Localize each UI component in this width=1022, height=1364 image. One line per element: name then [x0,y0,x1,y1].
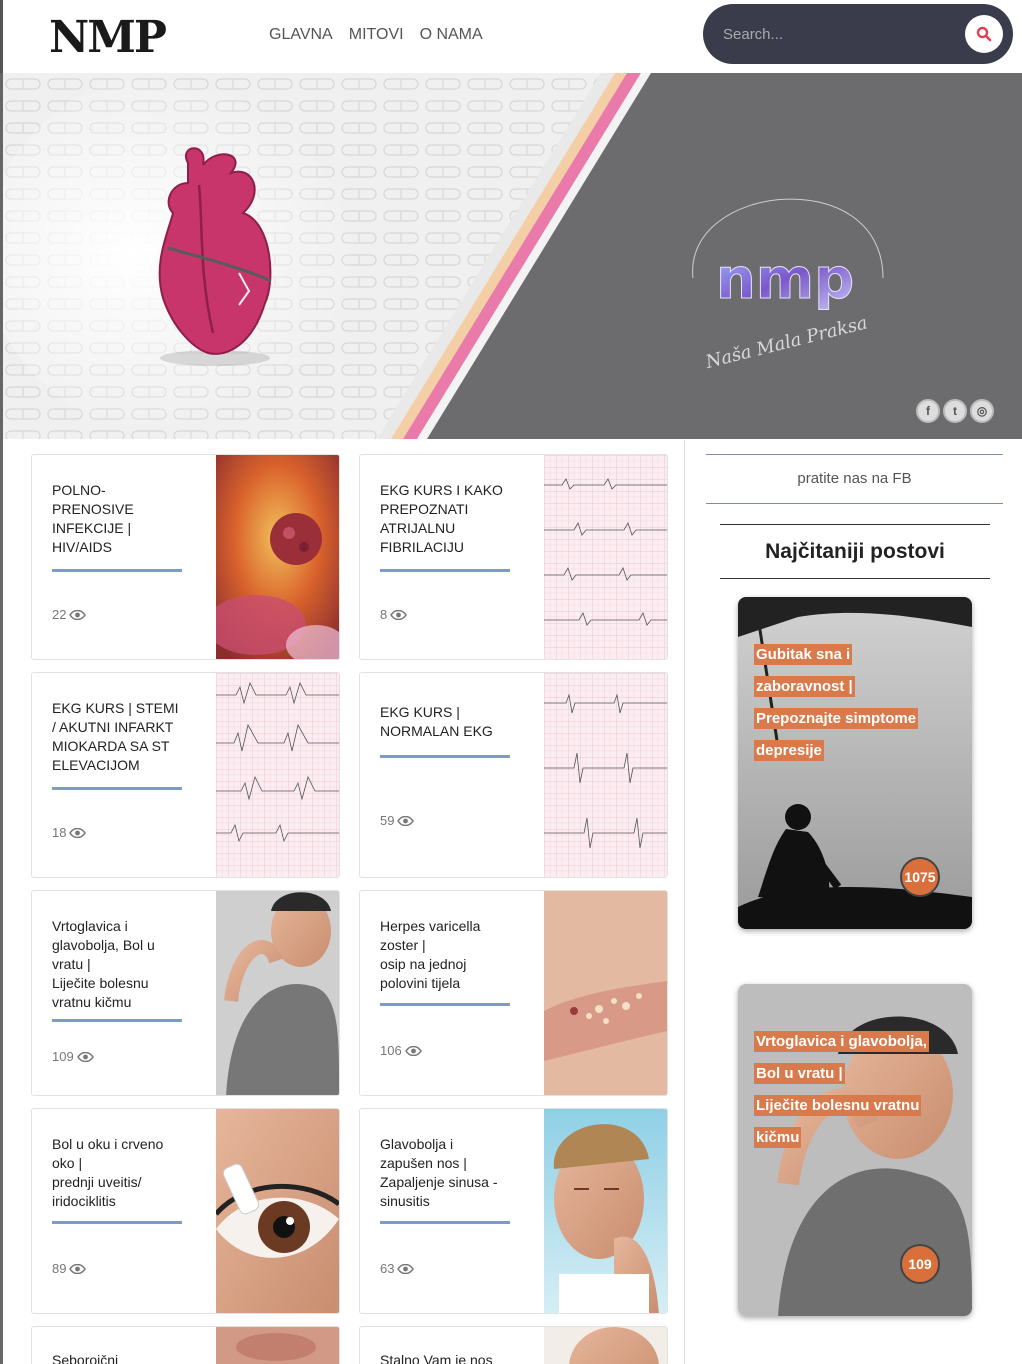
herpes-image [544,891,667,1095]
social-links: f t ◎ [916,399,994,423]
post-views: 63 [380,1261,415,1276]
facebook-follow[interactable]: pratite nas na FB [706,454,1003,504]
virus-image [216,455,339,659]
popular-post-views: 109 [900,1244,940,1284]
site-logo[interactable]: NMP [49,12,167,63]
popular-posts-title: Najčitaniji postovi [720,524,990,579]
eye-icon [69,827,87,838]
nav-glavna[interactable]: GLAVNA [269,26,333,44]
post-divider [380,569,510,572]
ekg-image [544,673,667,877]
eye-icon [397,815,415,826]
search-input[interactable] [723,22,953,46]
eye-icon [69,1263,87,1274]
post-divider [52,1019,182,1022]
post-card[interactable]: Seboroični [31,1326,340,1364]
hero-graphic: nmp Naša Mala Praksa [3,73,1022,439]
post-views: 106 [380,1043,422,1058]
post-title[interactable]: Herpes varicella zoster | osip na jednoj… [380,917,520,993]
post-title[interactable]: Stalno Vam je nos [380,1351,530,1364]
post-views: 59 [380,813,415,828]
popular-post-title[interactable]: Vrtoglavica i glavobolja, Bol u vratu | … [754,1026,954,1154]
post-card[interactable]: Bol u oku i crveno oko | prednji uveitis… [31,1108,340,1314]
ekg-image [544,455,667,659]
twitter-icon[interactable]: t [943,399,967,423]
popular-post-views: 1075 [900,857,940,897]
ekg-image [216,673,339,877]
site-header: NMP GLAVNA MITOVI O NAMA [0,0,1022,73]
post-title[interactable]: Bol u oku i crveno oko | prednji uveitis… [52,1135,192,1211]
post-card[interactable]: EKG KURS I KAKO PREPOZNATI ATRIJALNU FIB… [359,454,668,660]
post-divider [380,1003,510,1006]
post-title[interactable]: EKG KURS | NORMALAN EKG [380,703,520,741]
hero-brand: nmp [716,247,854,312]
post-card[interactable]: Stalno Vam je nos [359,1326,668,1364]
popular-post-title[interactable]: Gubitak sna i zaboravnost | Prepoznajte … [754,639,954,767]
post-views: 109 [52,1049,94,1064]
post-views: 89 [52,1261,87,1276]
post-divider [380,1221,510,1224]
popular-post[interactable]: Gubitak sna i zaboravnost | Prepoznajte … [738,597,972,929]
post-title[interactable]: Glavobolja i zapušen nos | Zapaljenje si… [380,1135,520,1211]
sinusitis-image [544,1109,667,1313]
skin-image [216,1327,339,1364]
search-button[interactable] [965,15,1003,53]
post-title[interactable]: Seboroični [52,1351,192,1364]
eye-icon [404,1045,422,1056]
post-views: 18 [52,825,87,840]
face-image [544,1327,667,1364]
post-card[interactable]: EKG KURS | STEMI / AKUTNI INFARKT MIOKAR… [31,672,340,878]
nav-mitovi[interactable]: MITOVI [349,26,404,44]
eye-drops-image [216,1109,339,1313]
post-divider [52,1221,182,1224]
post-card[interactable]: POLNO- PRENOSIVE INFEKCIJE | HIV/AIDS 22 [31,454,340,660]
post-title[interactable]: Vrtoglavica i glavobolja, Bol u vratu | … [52,917,192,1012]
main-nav: GLAVNA MITOVI O NAMA [269,26,483,44]
post-divider [380,755,510,758]
facebook-icon[interactable]: f [916,399,940,423]
popular-post[interactable]: Vrtoglavica i glavobolja, Bol u vratu | … [738,984,972,1316]
search-icon [976,26,992,42]
eye-icon [390,609,408,620]
eye-icon [69,609,87,620]
hero-banner: nmp Naša Mala Praksa f t ◎ [3,73,1022,439]
post-card[interactable]: Herpes varicella zoster | osip na jednoj… [359,890,668,1096]
post-card[interactable]: Glavobolja i zapušen nos | Zapaljenje si… [359,1108,668,1314]
search-bar [703,4,1013,64]
post-divider [52,569,182,572]
post-title[interactable]: POLNO- PRENOSIVE INFEKCIJE | HIV/AIDS [52,481,192,557]
post-title[interactable]: EKG KURS I KAKO PREPOZNATI ATRIJALNU FIB… [380,481,520,557]
post-views: 22 [52,607,87,622]
post-divider [52,787,182,790]
post-card[interactable]: EKG KURS | NORMALAN EKG 59 [359,672,668,878]
eye-icon [76,1051,94,1062]
content-divider [684,440,685,1364]
post-card[interactable]: Vrtoglavica i glavobolja, Bol u vratu | … [31,890,340,1096]
neck-pain-image [216,891,339,1095]
post-views: 8 [380,607,408,622]
post-title[interactable]: EKG KURS | STEMI / AKUTNI INFARKT MIOKAR… [52,699,192,775]
nav-o-nama[interactable]: O NAMA [420,26,483,44]
eye-icon [397,1263,415,1274]
instagram-icon[interactable]: ◎ [970,399,994,423]
